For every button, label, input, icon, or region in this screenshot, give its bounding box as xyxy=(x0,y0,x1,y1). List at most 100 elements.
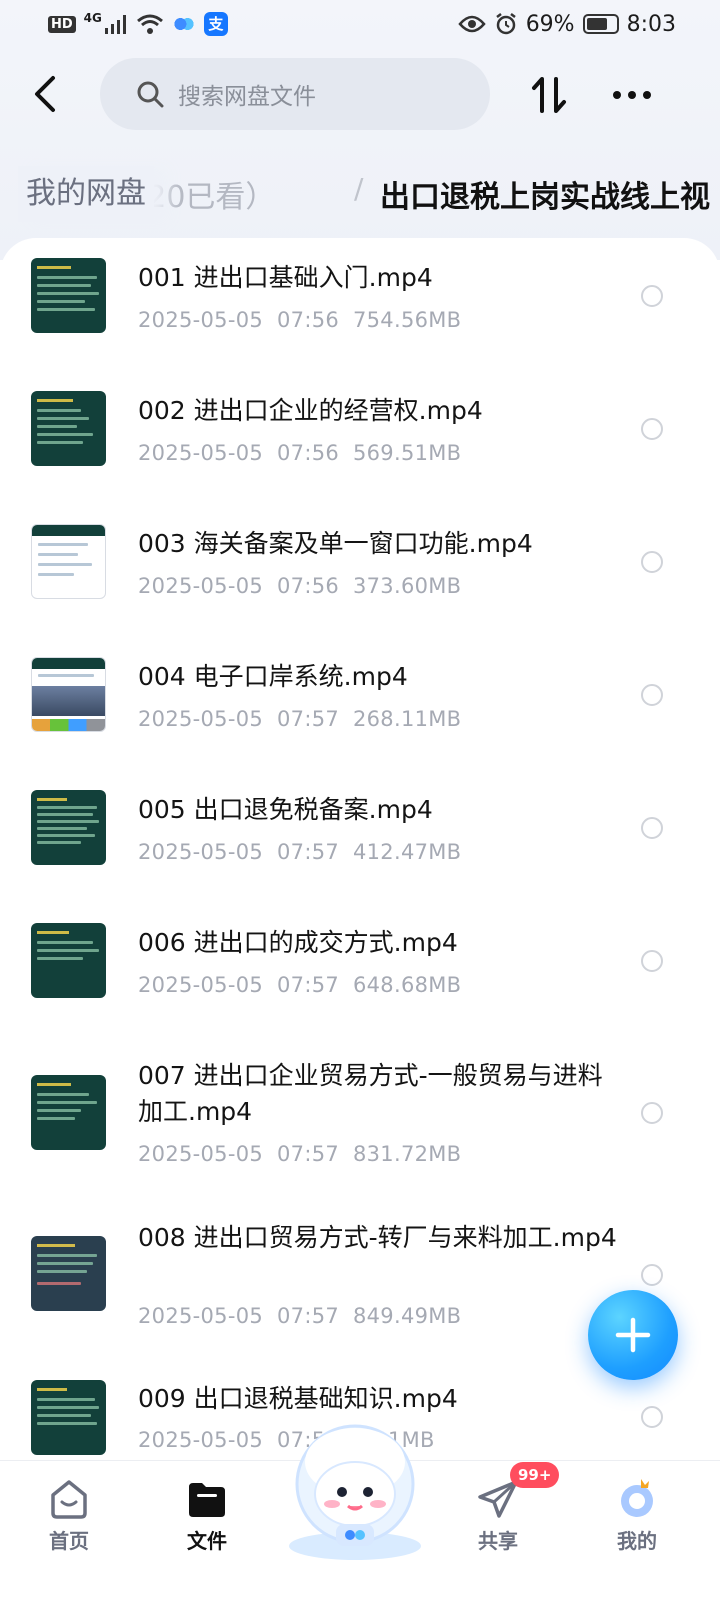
file-meta: 2025-05-05 07:57 648.68MB xyxy=(138,973,461,997)
nav-profile[interactable]: 我的 xyxy=(582,1461,692,1571)
file-name: 001 进出口基础入门.mp4 xyxy=(138,263,433,292)
file-size: 268.11MB xyxy=(352,707,462,731)
file-time: 07:57 xyxy=(277,1142,340,1166)
battery-icon xyxy=(582,14,619,34)
file-date: 2025-05-05 xyxy=(138,1142,264,1166)
file-meta: 2025-05-05 07:57 831.72MB xyxy=(138,1142,461,1166)
list-item[interactable]: 003 海关备案及单一窗口功能.mp4 2025-05-05 07:56 373… xyxy=(0,504,720,637)
file-time: 07:56 xyxy=(277,574,340,598)
file-name: 007 进出口企业贸易方式-一般贸易与进料加工.mp4 xyxy=(138,1061,603,1126)
list-item[interactable]: 002 进出口企业的经营权.mp4 2025-05-05 07:56 569.5… xyxy=(0,371,720,504)
file-meta: 2025-05-05 07:57 268.11MB xyxy=(138,707,461,731)
file-time: 07:57 xyxy=(277,707,340,731)
file-size: 831.72MB xyxy=(352,1142,462,1166)
list-item[interactable]: 005 出口退免税备案.mp4 2025-05-05 07:57 412.47M… xyxy=(0,770,720,903)
video-thumbnail xyxy=(31,524,106,599)
file-meta: 2025-05-05 07:57 412.47MB xyxy=(138,840,461,864)
add-button[interactable] xyxy=(588,1290,678,1380)
baidu-cloud-icon xyxy=(171,12,196,36)
file-list: 001 进出口基础入门.mp4 2025-05-05 07:56 754.56M… xyxy=(0,238,720,1460)
breadcrumb-current: 出口退税上岗实战线上视 xyxy=(380,180,710,215)
breadcrumb-separator: / xyxy=(354,172,364,205)
file-meta: 2025-05-05 07:56 754.56MB xyxy=(138,308,461,332)
file-date: 2025-05-05 xyxy=(138,1428,264,1452)
select-radio[interactable] xyxy=(641,684,663,706)
mascot-icon xyxy=(289,1424,421,1560)
file-time: 07:56 xyxy=(277,308,340,332)
mascot-button[interactable] xyxy=(284,1418,426,1560)
more-button[interactable] xyxy=(606,70,658,120)
video-thumbnail xyxy=(31,391,106,466)
profile-icon xyxy=(621,1479,653,1517)
breadcrumb-root[interactable]: 我的网盘 xyxy=(18,166,154,222)
file-name: 003 海关备案及单一窗口功能.mp4 xyxy=(138,529,533,558)
video-thumbnail xyxy=(31,923,106,998)
file-name: 006 进出口的成交方式.mp4 xyxy=(138,928,458,957)
video-thumbnail xyxy=(31,258,106,333)
file-size: 648.68MB xyxy=(352,973,462,997)
select-radio[interactable] xyxy=(641,817,663,839)
signal-icon xyxy=(104,15,126,34)
breadcrumb: 50420已看） 我的网盘 / 出口退税上岗实战线上视 xyxy=(0,158,720,230)
clock: 8:03 xyxy=(626,11,676,37)
file-meta: 2025-05-05 07:57 849.49MB xyxy=(138,1304,461,1328)
nav-profile-label: 我的 xyxy=(617,1529,657,1553)
nav-files[interactable]: 文件 xyxy=(152,1461,262,1571)
battery-percent: 69% xyxy=(525,11,575,37)
more-dots-icon xyxy=(613,91,651,99)
list-item[interactable]: 007 进出口企业贸易方式-一般贸易与进料加工.mp4 2025-05-05 0… xyxy=(0,1036,720,1206)
search-input[interactable]: 搜索网盘文件 xyxy=(100,58,490,130)
file-date: 2025-05-05 xyxy=(138,973,264,997)
share-badge: 99+ xyxy=(510,1462,560,1488)
list-item[interactable]: 004 电子口岸系统.mp4 2025-05-05 07:57 268.11MB xyxy=(0,637,720,770)
file-date: 2025-05-05 xyxy=(138,574,264,598)
file-name: 002 进出口企业的经营权.mp4 xyxy=(138,396,483,425)
eye-icon xyxy=(458,15,486,33)
file-meta: 2025-05-05 07:56 569.51MB xyxy=(138,441,461,465)
file-date: 2025-05-05 xyxy=(138,441,264,465)
video-thumbnail xyxy=(31,790,106,865)
select-radio[interactable] xyxy=(641,1406,663,1428)
sort-arrows-icon xyxy=(532,77,566,113)
hd-indicator: HD xyxy=(48,15,76,33)
file-date: 2025-05-05 xyxy=(138,1304,264,1328)
status-bar: HD 4G 支 69% 8:03 xyxy=(0,0,720,48)
select-radio[interactable] xyxy=(641,1264,663,1286)
file-name: 004 电子口岸系统.mp4 xyxy=(138,662,408,691)
file-name: 005 出口退免税备案.mp4 xyxy=(138,795,433,824)
file-time: 07:56 xyxy=(277,441,340,465)
list-item[interactable]: 006 进出口的成交方式.mp4 2025-05-05 07:57 648.68… xyxy=(0,903,720,1036)
file-time: 07:57 xyxy=(277,1304,340,1328)
select-radio[interactable] xyxy=(641,1102,663,1124)
alipay-icon: 支 xyxy=(203,12,228,36)
search-icon xyxy=(137,81,164,108)
video-thumbnail xyxy=(31,657,106,732)
plus-icon xyxy=(615,1317,651,1353)
video-thumbnail xyxy=(31,1075,106,1150)
sort-button[interactable] xyxy=(524,70,574,120)
video-thumbnail xyxy=(31,1236,106,1311)
file-size: 754.56MB xyxy=(352,308,462,332)
home-icon xyxy=(51,1480,87,1519)
nav-home[interactable]: 首页 xyxy=(14,1461,124,1571)
select-radio[interactable] xyxy=(641,950,663,972)
select-radio[interactable] xyxy=(641,551,663,573)
folder-icon xyxy=(189,1483,225,1517)
select-radio[interactable] xyxy=(641,418,663,440)
file-date: 2025-05-05 xyxy=(138,707,264,731)
network-type: 4G xyxy=(83,11,102,25)
file-time: 07:57 xyxy=(277,840,340,864)
file-date: 2025-05-05 xyxy=(138,840,264,864)
alarm-icon xyxy=(495,13,516,35)
select-radio[interactable] xyxy=(641,285,663,307)
search-placeholder: 搜索网盘文件 xyxy=(178,84,316,110)
nav-share-label: 共享 xyxy=(478,1529,518,1553)
file-name: 009 出口退税基础知识.mp4 xyxy=(138,1384,458,1413)
nav-home-label: 首页 xyxy=(49,1529,89,1553)
header: 搜索网盘文件 xyxy=(0,56,720,132)
file-size: 569.51MB xyxy=(352,441,462,465)
list-item[interactable]: 001 进出口基础入门.mp4 2025-05-05 07:56 754.56M… xyxy=(0,238,720,371)
nav-files-label: 文件 xyxy=(187,1529,227,1553)
back-button[interactable] xyxy=(20,66,72,122)
wifi-icon xyxy=(136,14,163,34)
